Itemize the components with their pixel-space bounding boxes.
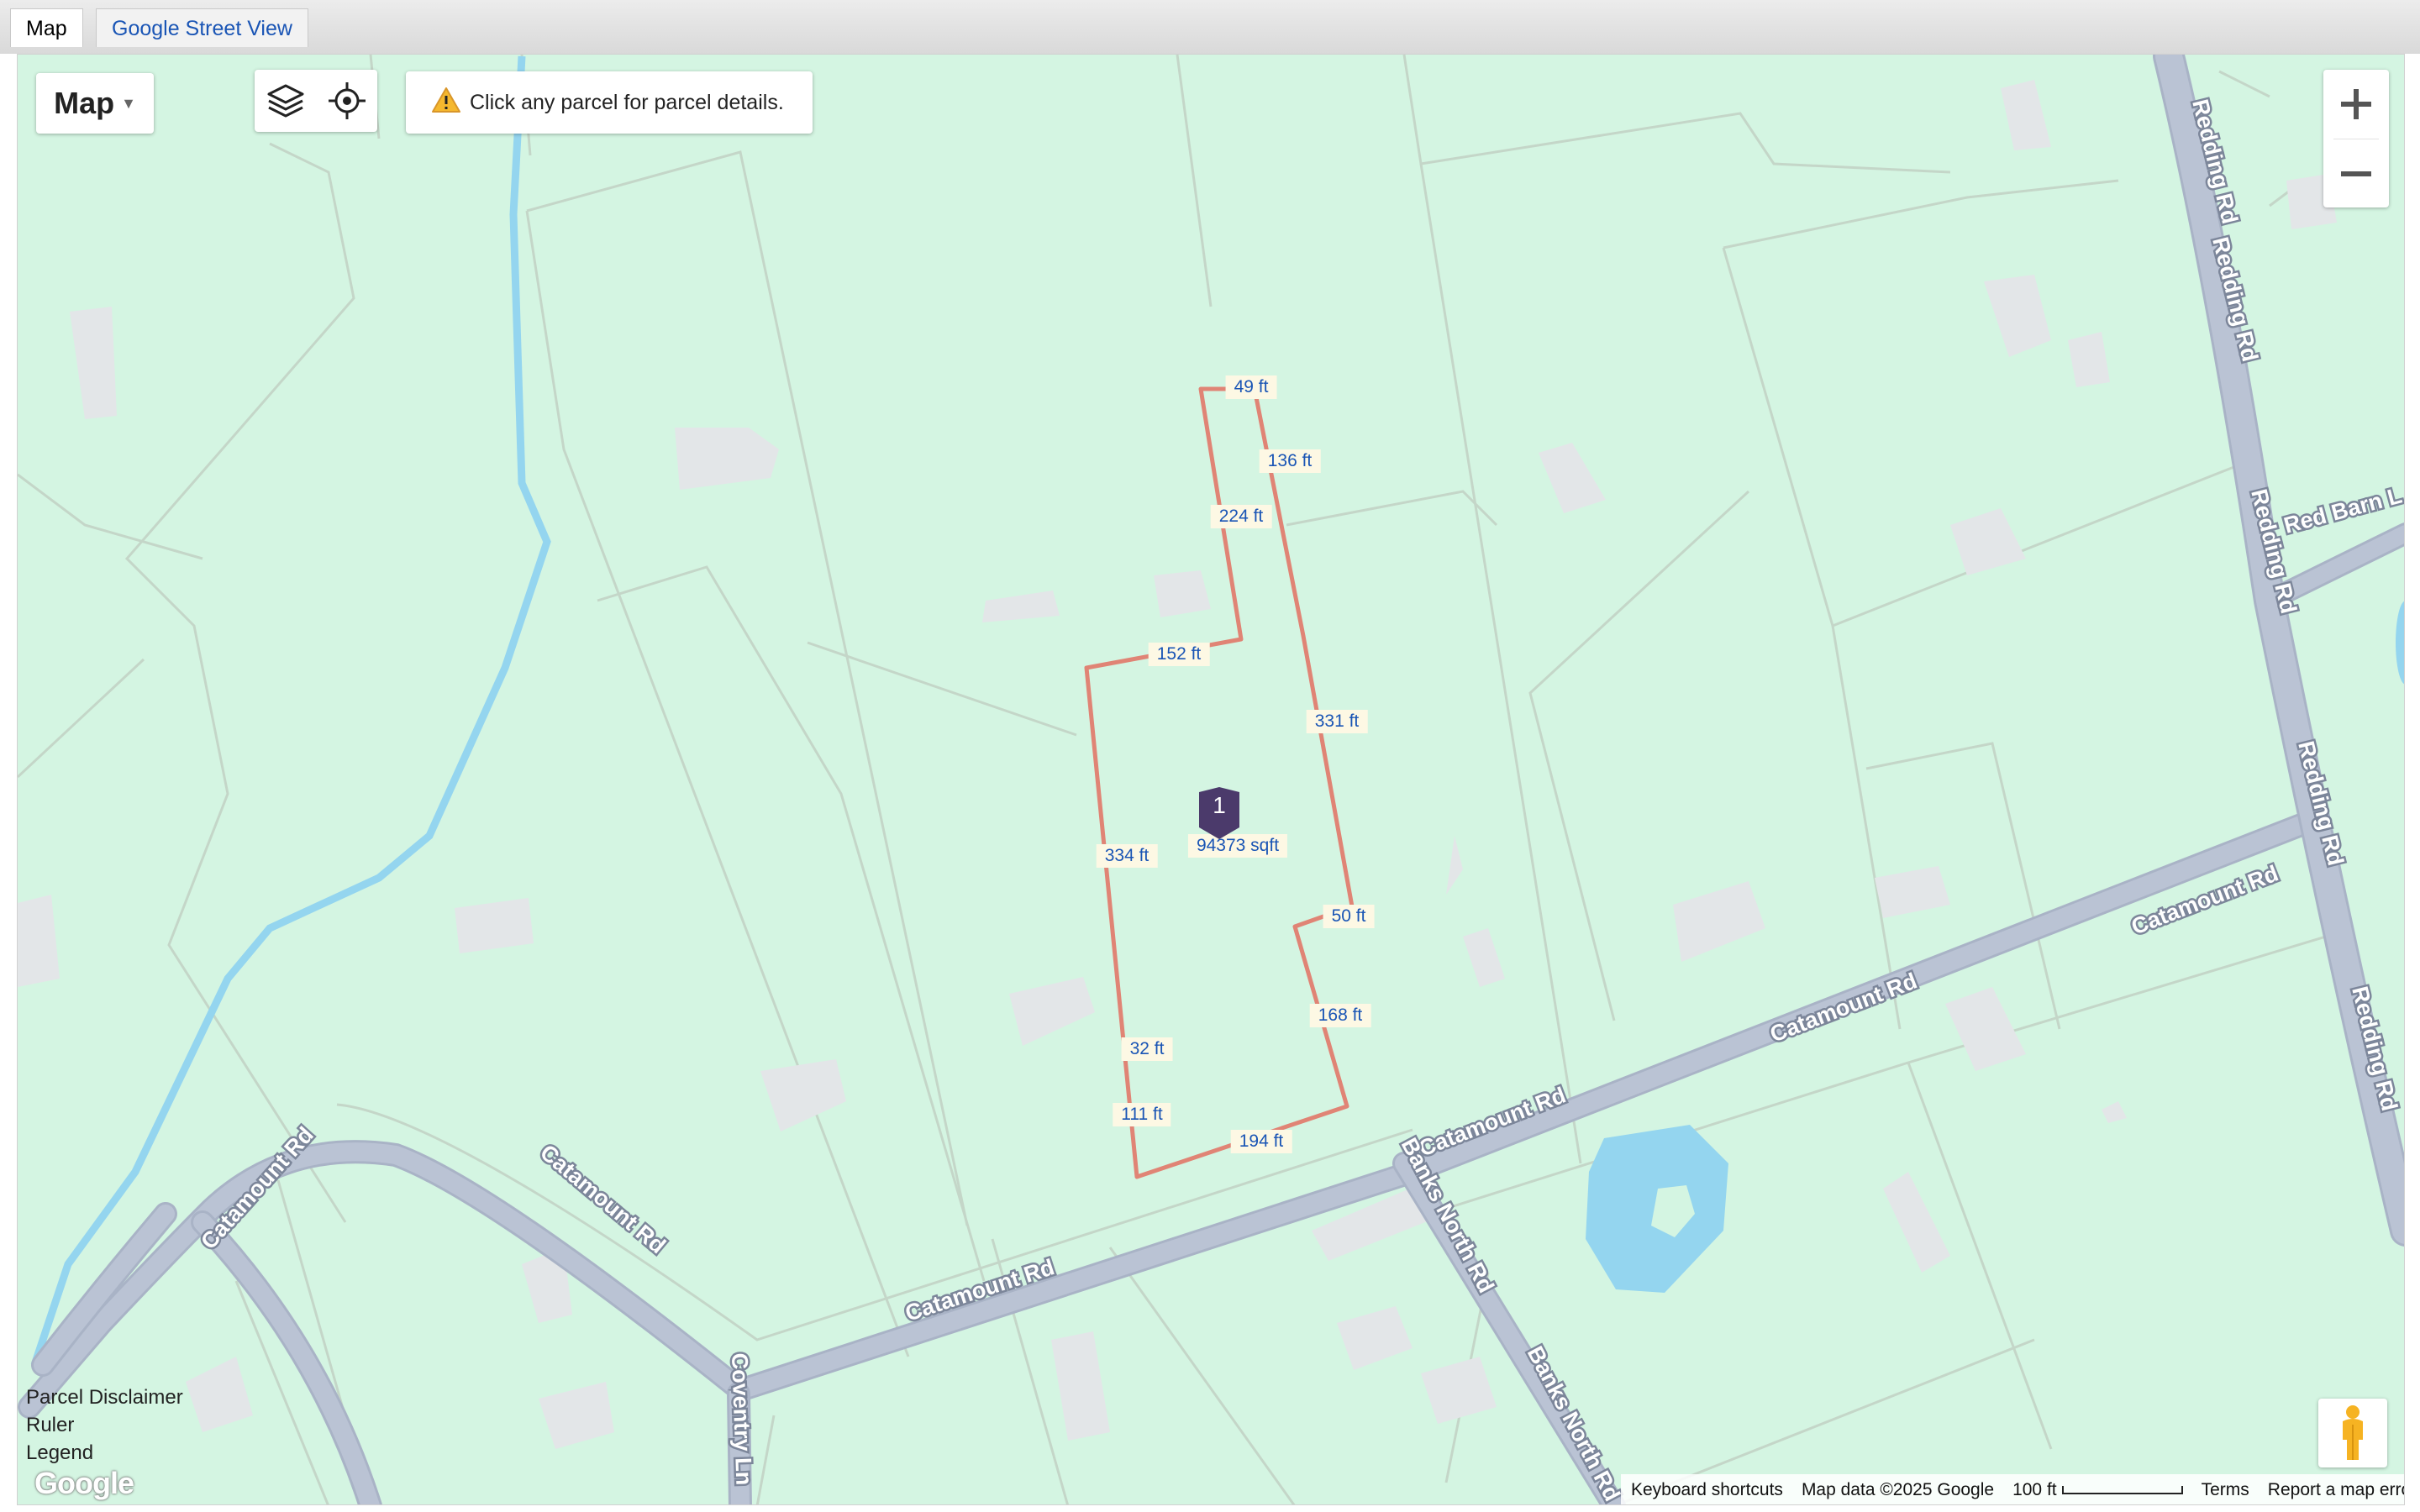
roads <box>29 56 2404 1504</box>
segment-length-label: 224 ft <box>1210 505 1272 528</box>
map-layer: Catamount Rd Catamount Rd Catamount Rd C… <box>18 55 2405 1505</box>
zoom-control <box>2323 70 2389 207</box>
street-view-pegman-button[interactable] <box>2318 1399 2387 1467</box>
segment-length-label: 334 ft <box>1096 844 1158 868</box>
map-type-label: Map <box>54 86 115 120</box>
tab-street-view[interactable]: Google Street View <box>96 8 308 47</box>
road-labels: Catamount Rd Catamount Rd Catamount Rd C… <box>194 95 2405 1505</box>
road-label-red-barn: Red Barn L <box>2281 483 2405 538</box>
segment-length-label: 32 ft <box>1121 1037 1173 1061</box>
segment-length-label: 194 ft <box>1230 1130 1292 1153</box>
plus-icon <box>2341 89 2371 119</box>
tab-map[interactable]: Map <box>10 8 83 47</box>
segment-length-label: 50 ft <box>1323 905 1375 928</box>
tab-bar: Map Google Street View <box>0 0 2420 54</box>
map-canvas[interactable]: Catamount Rd Catamount Rd Catamount Rd C… <box>17 54 2405 1505</box>
parcel-disclaimer-link[interactable]: Parcel Disclaimer <box>26 1383 183 1411</box>
map-side-links: Parcel Disclaimer Ruler Legend <box>26 1383 183 1467</box>
ruler-link[interactable]: Ruler <box>26 1411 183 1439</box>
keyboard-shortcuts-link[interactable]: Keyboard shortcuts <box>1631 1480 1783 1500</box>
road-label-coventry: Coventry Ln <box>727 1352 756 1485</box>
scale-bar[interactable]: 100 ft <box>2012 1480 2183 1500</box>
layers-icon[interactable] <box>264 79 308 123</box>
legend-link[interactable]: Legend <box>26 1439 183 1467</box>
zoom-out-button[interactable] <box>2323 139 2389 208</box>
minus-icon <box>2341 171 2371 176</box>
segment-length-label: 136 ft <box>1259 449 1321 473</box>
parcel-lines <box>18 55 2354 1504</box>
segment-length-label: 168 ft <box>1309 1004 1371 1027</box>
road-label-banks-north-2: Banks North Rd <box>1523 1342 1625 1505</box>
map-type-dropdown[interactable]: Map ▼ <box>36 73 154 134</box>
scale-bar-line <box>2061 1486 2183 1494</box>
chevron-down-icon: ▼ <box>121 94 136 112</box>
map-footer: Keyboard shortcuts Map data ©2025 Google… <box>1621 1474 2404 1504</box>
parcel-notice: Click any parcel for parcel details. <box>406 71 813 134</box>
pegman-icon <box>2343 1405 2363 1460</box>
parcel-marker-number: 1 <box>1213 792 1226 818</box>
parcel-marker[interactable]: 1 <box>1196 787 1243 841</box>
segment-length-label: 49 ft <box>1225 375 1277 399</box>
segment-length-label: 111 ft <box>1113 1103 1171 1126</box>
warning-icon <box>431 87 461 119</box>
report-map-error-link[interactable]: Report a map error <box>2268 1480 2404 1500</box>
scale-label: 100 ft <box>2012 1480 2057 1499</box>
locate-icon[interactable] <box>325 79 369 123</box>
map-tools <box>255 70 377 132</box>
google-logo: Google <box>34 1466 134 1500</box>
notice-text: Click any parcel for parcel details. <box>470 90 784 114</box>
water-features <box>30 55 2404 1367</box>
segment-length-label: 152 ft <box>1148 643 1210 666</box>
zoom-in-button[interactable] <box>2323 70 2389 139</box>
road-label-catamount-5: Catamount Rd <box>196 1122 318 1254</box>
map-data-attribution: Map data ©2025 Google <box>1801 1480 1995 1499</box>
terms-link[interactable]: Terms <box>2202 1480 2249 1500</box>
segment-length-label: 331 ft <box>1306 710 1368 733</box>
